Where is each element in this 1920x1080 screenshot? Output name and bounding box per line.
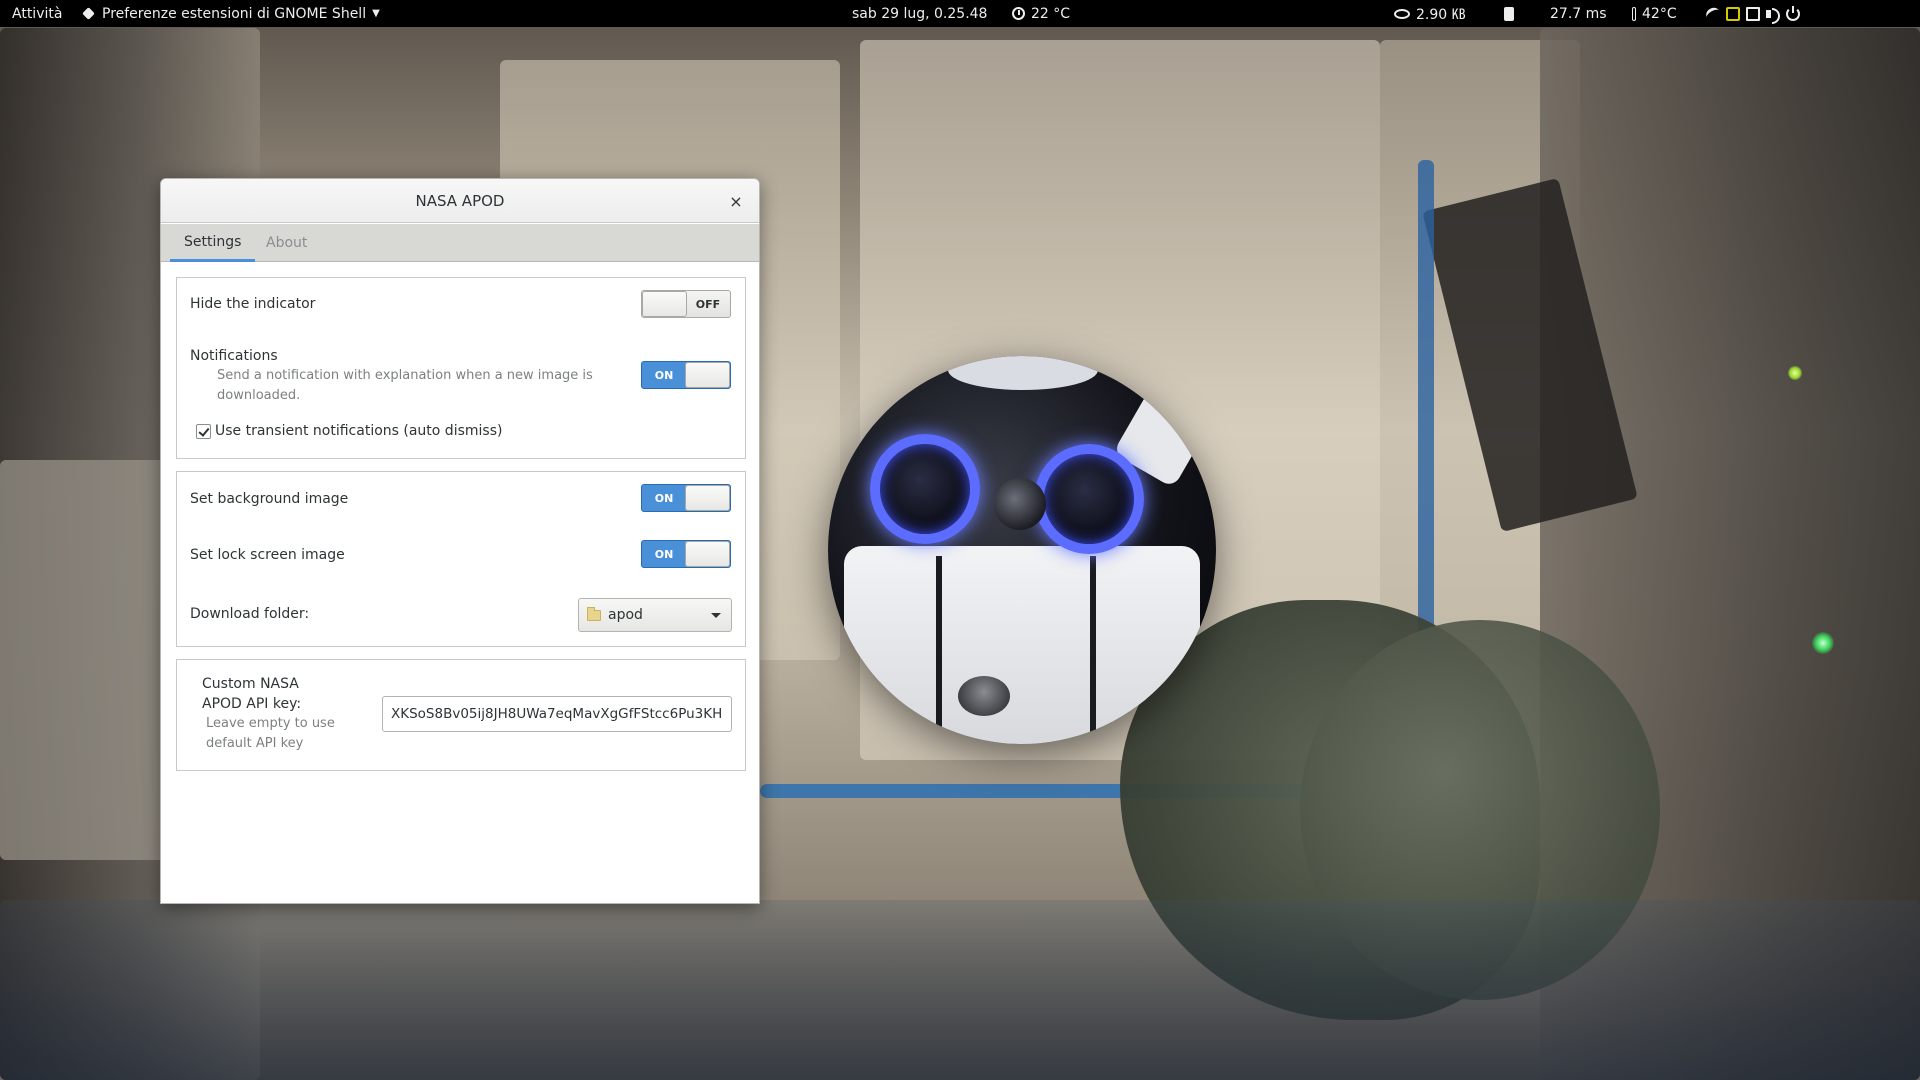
weather-label: 22 °C: [1031, 5, 1071, 22]
notifications-label: Notifications: [190, 348, 278, 364]
eye-icon: [1394, 8, 1410, 19]
chevron-down-icon: [711, 613, 721, 618]
activities-button[interactable]: Attività: [12, 0, 62, 27]
puzzle-icon: [82, 7, 96, 21]
battery-indicator[interactable]: [1504, 0, 1514, 27]
close-button[interactable]: ×: [725, 190, 747, 212]
chevron-down-icon: ▼: [372, 8, 380, 19]
network-icon[interactable]: [1746, 6, 1760, 21]
wallpaper-floor: [0, 900, 1920, 1080]
clock-icon: [1012, 7, 1025, 20]
robot-body: [828, 356, 1216, 744]
switch-state: ON: [654, 368, 674, 382]
section-images: Set background image ON Set lock screen …: [176, 471, 746, 647]
api-key-label: Custom NASA APOD API key:: [202, 676, 302, 712]
tab-settings-label: Settings: [184, 233, 242, 250]
api-key-hint: Leave empty to use default API key: [206, 716, 335, 751]
weather-indicator[interactable]: 22 °C: [1012, 0, 1070, 27]
robot-camera-bottom: [958, 676, 1010, 716]
battery-icon: [1504, 6, 1514, 21]
thermometer-icon: [1632, 6, 1636, 21]
wallpaper-blue-post: [1418, 160, 1434, 680]
background-image-label: Set background image: [190, 491, 349, 507]
robot-mask-seam: [1090, 556, 1096, 736]
wallpaper-led: [1812, 632, 1834, 654]
transient-notifications-checkbox[interactable]: [196, 424, 211, 439]
switch-knob: [685, 541, 730, 567]
switch-knob: [685, 485, 730, 511]
nasa-apod-settings-window: NASA APOD × Settings About Hide the indi…: [160, 178, 760, 904]
temperature-label: 42°C: [1642, 5, 1677, 22]
tab-settings[interactable]: Settings: [170, 224, 256, 262]
robot-mask: [844, 546, 1200, 744]
switch-state: ON: [654, 491, 674, 505]
tab-bar: Settings About: [161, 224, 759, 262]
folder-icon: [587, 606, 601, 621]
lock-screen-image-label: Set lock screen image: [190, 547, 345, 563]
section-api-key: Custom NASA APOD API key: Leave empty to…: [176, 659, 746, 771]
power-icon[interactable]: [1786, 5, 1800, 21]
background-image-switch[interactable]: ON: [641, 484, 731, 512]
api-key-input[interactable]: [382, 696, 732, 732]
top-bar: Attività Preferenze estensioni di GNOME …: [0, 0, 1920, 27]
robot-camera: [994, 478, 1046, 530]
ping-indicator[interactable]: 27.7 ms: [1550, 0, 1607, 27]
window-titlebar[interactable]: NASA APOD ×: [161, 179, 759, 223]
wallpaper-led: [1788, 366, 1802, 380]
tab-about[interactable]: About: [252, 224, 321, 262]
download-folder-value: apod: [608, 607, 643, 623]
activities-label: Attività: [12, 5, 63, 22]
clock[interactable]: sab 29 lug, 0.25.48: [852, 0, 987, 27]
app-menu[interactable]: Preferenze estensioni di GNOME Shell ▼: [82, 0, 380, 27]
close-icon: ×: [729, 191, 743, 211]
section-indicator-notifications: Hide the indicator OFF Notifications Sen…: [176, 277, 746, 459]
system-tray: [1703, 0, 1800, 27]
net-speed-label: 2.90 ㎅: [1416, 6, 1466, 23]
transient-notifications-label: Use transient notifications (auto dismis…: [215, 423, 503, 439]
hide-indicator-label: Hide the indicator: [190, 296, 316, 312]
wallpaper-robot: [828, 356, 1216, 744]
switch-state: OFF: [695, 297, 721, 311]
tab-about-label: About: [266, 235, 308, 251]
lock-screen-image-switch[interactable]: ON: [641, 540, 731, 568]
volume-icon[interactable]: [1766, 7, 1780, 24]
wifi-icon[interactable]: [1703, 4, 1723, 23]
clock-label: sab 29 lug, 0.25.48: [852, 5, 988, 22]
square-icon[interactable]: [1726, 6, 1740, 21]
notifications-switch[interactable]: ON: [641, 361, 731, 389]
switch-knob: [642, 291, 687, 317]
robot-eye-left: [870, 434, 980, 544]
ping-label: 27.7 ms: [1550, 5, 1607, 22]
switch-state: ON: [654, 547, 674, 561]
hide-indicator-switch[interactable]: OFF: [641, 290, 731, 318]
robot-eye-right: [1034, 444, 1144, 554]
robot-mask-seam: [936, 556, 942, 736]
net-speed-indicator[interactable]: 2.90 ㎅: [1394, 0, 1466, 27]
notifications-description: Send a notification with explanation whe…: [217, 368, 593, 403]
robot-top: [948, 356, 1098, 390]
app-menu-label: Preferenze estensioni di GNOME Shell: [102, 5, 367, 22]
window-title: NASA APOD: [415, 191, 505, 210]
download-folder-dropdown[interactable]: apod: [578, 598, 732, 632]
temperature-indicator[interactable]: 42°C: [1632, 0, 1677, 27]
download-folder-label: Download folder:: [190, 606, 310, 622]
switch-knob: [685, 362, 730, 388]
